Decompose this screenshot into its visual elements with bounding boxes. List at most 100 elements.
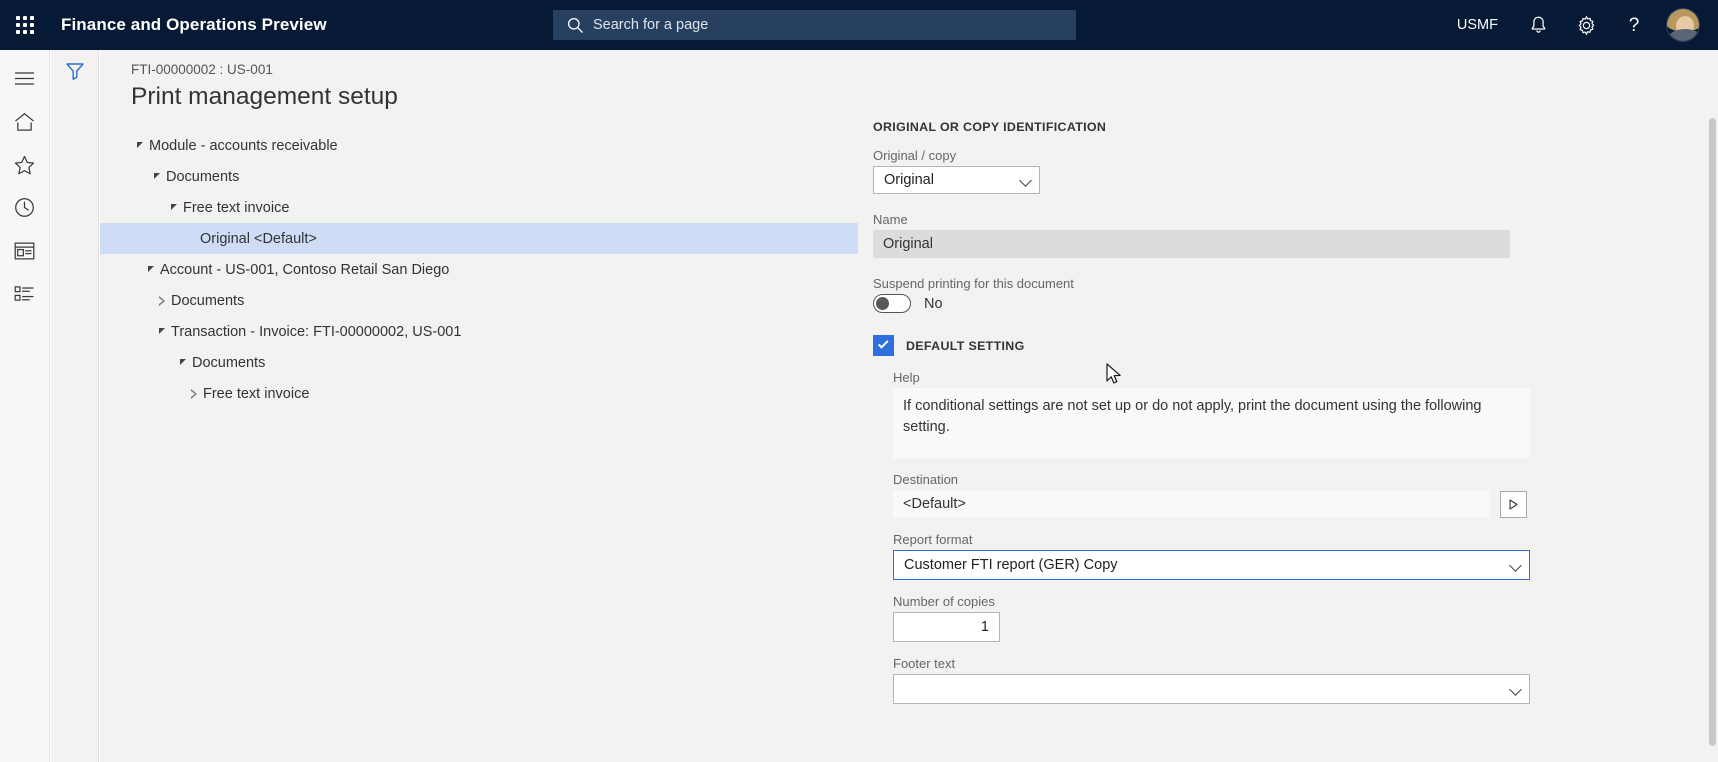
search-icon xyxy=(567,17,584,34)
name-value: Original xyxy=(873,230,1510,258)
tree-row[interactable]: Free text invoice xyxy=(100,378,860,409)
suspend-printing-value: No xyxy=(924,295,943,312)
left-navigation-rail xyxy=(0,50,50,762)
chevron-collapsed-icon[interactable] xyxy=(153,285,171,316)
bell-icon[interactable] xyxy=(1514,0,1562,50)
avatar[interactable] xyxy=(1666,8,1700,42)
default-setting-checkbox[interactable] xyxy=(873,335,894,356)
question-mark-icon[interactable]: ? xyxy=(1610,0,1658,50)
tree-item-label: Transaction - Invoice: FTI-00000002, US-… xyxy=(171,323,462,340)
tree-row[interactable]: Module - accounts receivable xyxy=(100,130,860,161)
sidebar-item-workspaces[interactable] xyxy=(0,229,50,272)
original-copy-label: Original / copy xyxy=(873,148,957,163)
section-title: ORIGINAL OR COPY IDENTIFICATION xyxy=(873,120,1107,134)
sidebar-item-home[interactable] xyxy=(0,100,50,143)
search-input[interactable]: Search for a page xyxy=(553,10,1076,40)
destination-row: <Default> xyxy=(893,490,1573,518)
tree-item-label: Free text invoice xyxy=(203,385,310,402)
sidebar-item-expand-navigation[interactable] xyxy=(0,57,50,100)
chevron-down-icon xyxy=(1511,684,1521,694)
svg-text:?: ? xyxy=(1629,15,1640,36)
name-field: Name Original xyxy=(873,212,1573,258)
chevron-expanded-icon[interactable] xyxy=(142,254,160,285)
report-format-label: Report format xyxy=(893,532,973,547)
sidebar-item-recent[interactable] xyxy=(0,186,50,229)
suspend-printing-row: No xyxy=(873,294,1573,313)
report-format-select[interactable]: Customer FTI report (GER) Copy xyxy=(893,550,1530,580)
tree-item-label: Documents xyxy=(166,168,240,185)
tree-row[interactable]: Documents xyxy=(100,347,860,378)
tree-item-label: Free text invoice xyxy=(183,199,290,216)
tree-row[interactable]: Documents xyxy=(100,161,860,192)
number-of-copies-field: Number of copies 1 xyxy=(893,594,1573,642)
help-field: Help If conditional settings are not set… xyxy=(893,370,1573,458)
clock-icon xyxy=(15,198,34,217)
workspace-icon xyxy=(14,242,35,259)
page-scrollbar[interactable] xyxy=(1706,50,1718,762)
hamburger-menu-icon xyxy=(15,72,34,85)
chevron-down-icon xyxy=(1021,175,1031,185)
report-format-field: Report format Customer FTI report (GER) … xyxy=(893,532,1573,580)
original-copy-field: Original / copy Original xyxy=(873,148,1573,194)
tree-item-label: Original <Default> xyxy=(200,230,317,247)
filter-pane xyxy=(51,50,99,762)
app-launcher-icon[interactable] xyxy=(0,0,50,50)
tree-item-label: Account - US-001, Contoso Retail San Die… xyxy=(160,261,450,278)
home-icon xyxy=(15,112,34,131)
original-copy-value: Original xyxy=(884,172,934,188)
app-title: Finance and Operations Preview xyxy=(61,15,327,34)
sidebar-item-modules[interactable] xyxy=(0,272,50,315)
tree-item-label: Documents xyxy=(171,292,245,309)
sidebar-item-favorites[interactable] xyxy=(0,143,50,186)
tree-item-label: Module - accounts receivable xyxy=(149,137,338,154)
page-title: Print management setup xyxy=(131,83,398,110)
destination-run-button[interactable] xyxy=(1500,490,1527,518)
tree-row[interactable]: Documents xyxy=(100,285,860,316)
default-setting-label: DEFAULT SETTING xyxy=(906,338,1025,353)
tree-row[interactable]: Account - US-001, Contoso Retail San Die… xyxy=(100,254,860,285)
number-of-copies-input[interactable]: 1 xyxy=(893,612,1000,642)
print-management-tree: Module - accounts receivable Documents F… xyxy=(100,130,860,409)
tree-row-selected[interactable]: Original <Default> xyxy=(100,223,858,254)
scrollbar-thumb[interactable] xyxy=(1709,118,1716,746)
filter-icon[interactable] xyxy=(61,57,89,85)
avatar-body xyxy=(1669,29,1699,41)
chevron-expanded-icon[interactable] xyxy=(165,192,183,223)
star-icon xyxy=(14,155,35,174)
tree-row[interactable]: Free text invoice xyxy=(100,192,860,223)
tree-row[interactable]: Transaction - Invoice: FTI-00000002, US-… xyxy=(100,316,860,347)
report-format-value: Customer FTI report (GER) Copy xyxy=(904,557,1118,573)
original-copy-select[interactable]: Original xyxy=(873,166,1040,194)
chevron-expanded-icon[interactable] xyxy=(153,316,171,347)
footer-text-label: Footer text xyxy=(893,656,956,671)
page-content: FTI-00000002 : US-001 Print management s… xyxy=(100,50,1718,762)
chevron-expanded-icon[interactable] xyxy=(131,130,149,161)
help-box: If conditional settings are not set up o… xyxy=(893,388,1530,458)
chevron-expanded-icon[interactable] xyxy=(174,347,192,378)
suspend-printing-toggle[interactable] xyxy=(873,294,911,313)
tree-item-label: Documents xyxy=(192,354,266,371)
destination-field: Destination <Default> xyxy=(893,472,1573,518)
name-label: Name xyxy=(873,212,908,227)
help-label: Help xyxy=(893,370,920,385)
checkmark-icon xyxy=(877,338,889,349)
suspend-printing-field: Suspend printing for this document No xyxy=(873,276,1573,313)
footer-text-input[interactable] xyxy=(893,674,1530,704)
search-placeholder: Search for a page xyxy=(593,17,709,33)
nav-right-group: USMF ? xyxy=(1441,0,1704,50)
destination-input[interactable]: <Default> xyxy=(893,490,1490,518)
app-launcher-grid xyxy=(16,16,34,34)
company-selector[interactable]: USMF xyxy=(1441,17,1514,33)
original-or-copy-form: ORIGINAL OR COPY IDENTIFICATION Original… xyxy=(873,120,1573,704)
top-navigation-bar: Finance and Operations Preview Search fo… xyxy=(0,0,1718,50)
gear-icon[interactable] xyxy=(1562,0,1610,50)
number-of-copies-label: Number of copies xyxy=(893,594,995,609)
help-text: If conditional settings are not set up o… xyxy=(903,398,1482,435)
chevron-expanded-icon[interactable] xyxy=(148,161,166,192)
toggle-knob xyxy=(876,297,889,310)
list-icon xyxy=(14,285,34,301)
breadcrumb: FTI-00000002 : US-001 xyxy=(131,62,273,77)
destination-label: Destination xyxy=(893,472,959,487)
chevron-collapsed-icon[interactable] xyxy=(185,378,203,409)
